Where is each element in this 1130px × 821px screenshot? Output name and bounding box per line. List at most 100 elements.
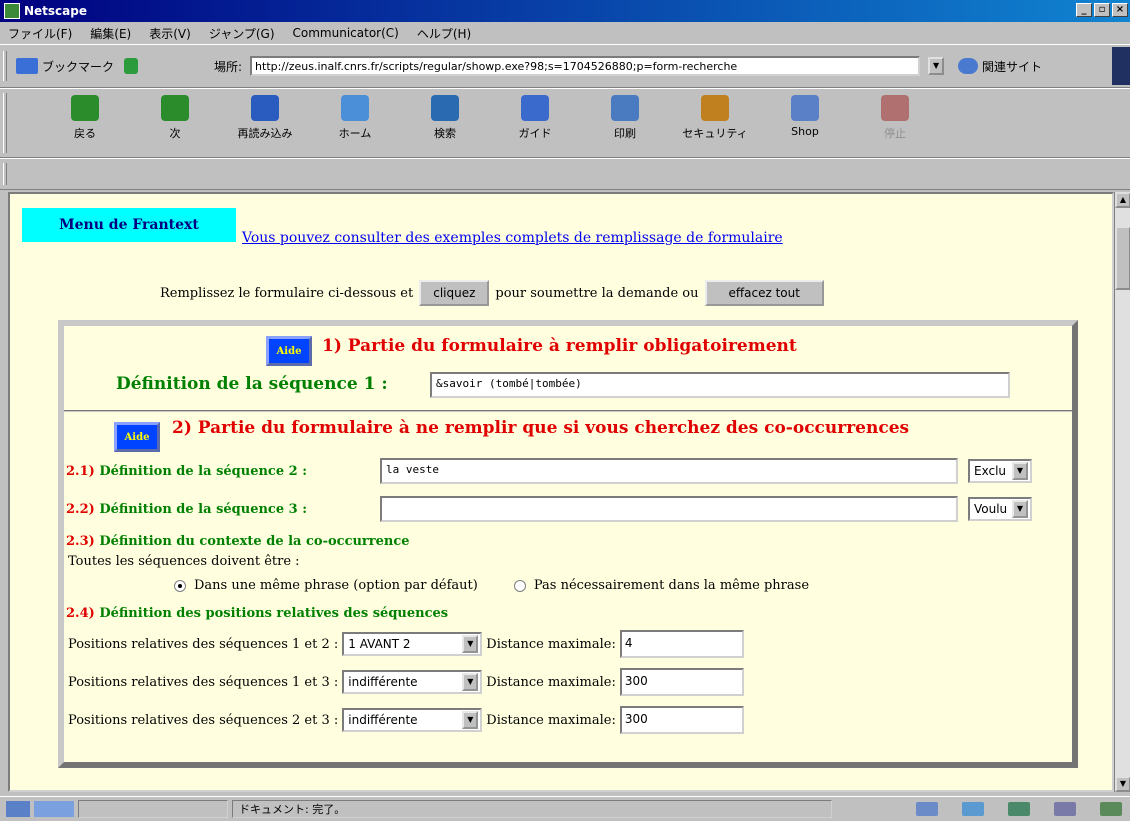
component-bar <box>916 802 1122 816</box>
not-same-sentence-radio[interactable] <box>513 579 526 592</box>
seq3-label-row: 2.2) Définition de la séquence 3 : <box>66 502 307 517</box>
vertical-scrollbar[interactable]: ▲ ▼ <box>1114 192 1130 792</box>
navigator-icon[interactable] <box>916 802 938 816</box>
status-bar: ドキュメント: 完了。 <box>0 796 1130 821</box>
url-input[interactable] <box>250 56 921 76</box>
help-button-part1[interactable]: Aide <box>266 336 312 366</box>
navigation-toolbar: 戻る 次 再読み込み ホーム 検索 ガイド 印刷 セキュリティ Shop 停止 <box>0 88 1130 158</box>
same-sentence-label: Dans une même phrase (option par défaut) <box>194 578 478 593</box>
window-title: Netscape <box>24 4 87 18</box>
toolbar-grip[interactable] <box>3 93 7 153</box>
positions-select-1-2[interactable]: 1 AVANT 2 ▼ <box>342 632 483 656</box>
chevron-down-icon: ▼ <box>1012 500 1028 518</box>
seq1-input[interactable]: &savoir (tombé|tombée) <box>430 372 1010 398</box>
seq2-number: 2.1) <box>66 464 95 479</box>
netscape-logo <box>1112 47 1130 85</box>
close-button[interactable]: × <box>1112 3 1128 17</box>
menu-view[interactable]: 表示(V) <box>149 25 191 42</box>
related-icon <box>958 58 979 74</box>
back-arrow-icon <box>71 95 99 121</box>
seq3-label: Définition de la séquence 3 : <box>99 502 308 517</box>
seq2-input[interactable]: la veste <box>380 458 958 484</box>
context-label: Définition du contexte de la co-occurren… <box>99 534 410 549</box>
toolbar-grip[interactable] <box>3 51 7 81</box>
submit-middle-text: pour soumettre la demande ou <box>495 285 699 301</box>
positions-row-1-2: Positions relatives des séquences 1 et 2… <box>68 630 744 658</box>
seq2-mode-value: Exclu <box>974 464 1007 478</box>
online-status-icon[interactable] <box>34 801 74 817</box>
same-sentence-radio[interactable] <box>174 579 186 592</box>
distance-label: Distance maximale: <box>486 636 616 652</box>
scroll-up-button[interactable]: ▲ <box>1115 192 1130 208</box>
shop-button[interactable]: Shop <box>760 95 850 138</box>
help-button-part2[interactable]: Aide <box>114 422 160 452</box>
bookmarks-button[interactable]: ブックマーク <box>16 58 156 75</box>
distance-label: Distance maximale: <box>486 712 616 728</box>
back-button[interactable]: 戻る <box>40 95 130 141</box>
security-status-icon[interactable] <box>6 801 30 817</box>
newsgroups-icon[interactable] <box>1008 802 1030 816</box>
positions-label-2-3: Positions relatives des séquences 2 et 3… <box>68 712 339 728</box>
reload-button[interactable]: 再読み込み <box>220 95 310 141</box>
menu-edit[interactable]: 編集(E) <box>90 25 131 42</box>
menu-frantext-button[interactable]: Menu de Frantext <box>22 208 236 242</box>
submit-row: Remplissez le formulaire ci-dessous et c… <box>160 280 824 306</box>
minimize-button[interactable]: _ <box>1076 3 1092 17</box>
scroll-down-button[interactable]: ▼ <box>1115 776 1130 792</box>
guide-button[interactable]: ガイド <box>490 95 580 141</box>
context-text: Toutes les séquences doivent être : <box>68 554 300 569</box>
mail-icon[interactable] <box>962 802 984 816</box>
url-dropdown-button[interactable]: ▼ <box>928 57 945 75</box>
positions-label-1-2: Positions relatives des séquences 1 et 2… <box>68 636 339 652</box>
stop-button[interactable]: 停止 <box>850 95 940 141</box>
positions-select-value: indifférente <box>348 675 418 689</box>
chevron-down-icon: ▼ <box>462 673 479 691</box>
print-button[interactable]: 印刷 <box>580 95 670 141</box>
menu-file[interactable]: ファイル(F) <box>8 25 72 42</box>
lock-icon <box>701 95 729 121</box>
clear-all-button[interactable]: effacez tout <box>704 280 824 306</box>
edit-icon[interactable] <box>1100 802 1122 816</box>
shop-icon <box>791 95 819 121</box>
guide-icon <box>521 95 549 121</box>
part2-title: 2) Partie du formulaire à ne remplir que… <box>172 418 910 438</box>
menu-go[interactable]: ジャンプ(G) <box>209 25 275 42</box>
composer-icon[interactable] <box>1054 802 1076 816</box>
seq2-label: Définition de la séquence 2 : <box>99 464 308 479</box>
scroll-thumb[interactable] <box>1115 226 1130 290</box>
forward-button[interactable]: 次 <box>130 95 220 141</box>
context-number: 2.3) <box>66 534 95 549</box>
home-button[interactable]: ホーム <box>310 95 400 141</box>
distance-input-1-3[interactable]: 300 <box>619 668 744 696</box>
seq3-mode-select[interactable]: Voulu ▼ <box>968 497 1032 521</box>
search-button[interactable]: 検索 <box>400 95 490 141</box>
printer-icon <box>611 95 639 121</box>
context-label-row: 2.3) Définition du contexte de la co-occ… <box>66 534 410 549</box>
chevron-down-icon: ▼ <box>1012 462 1028 480</box>
distance-input-2-3[interactable]: 300 <box>619 706 744 734</box>
menu-bar: ファイル(F) 編集(E) 表示(V) ジャンプ(G) Communicator… <box>0 22 1130 44</box>
submit-button[interactable]: cliquez <box>419 280 490 306</box>
positions-number: 2.4) <box>66 606 95 621</box>
security-button[interactable]: セキュリティ <box>670 95 760 141</box>
toolbar-grip[interactable] <box>3 163 7 185</box>
seq1-label: Définition de la séquence 1 : <box>116 374 388 394</box>
menu-help[interactable]: ヘルプ(H) <box>417 25 471 42</box>
related-label: 関連サイト <box>982 59 1043 74</box>
distance-input-1-2[interactable]: 4 <box>619 630 744 658</box>
seq2-mode-select[interactable]: Exclu ▼ <box>968 459 1032 483</box>
seq3-input[interactable] <box>380 496 958 522</box>
page-proxy-icon[interactable] <box>124 58 139 74</box>
examples-link[interactable]: Vous pouvez consulter des exemples compl… <box>242 230 783 246</box>
positions-select-1-3[interactable]: indifférente ▼ <box>342 670 483 694</box>
home-icon <box>341 95 369 121</box>
related-sites-button[interactable]: 関連サイト <box>958 58 1042 75</box>
positions-select-2-3[interactable]: indifférente ▼ <box>342 708 483 732</box>
bookmarks-label: ブックマーク <box>42 59 115 74</box>
progress-bar <box>78 800 228 818</box>
search-form-panel: Aide 1) Partie du formulaire à remplir o… <box>58 320 1078 768</box>
maximize-button[interactable]: ▫ <box>1094 3 1110 17</box>
seq3-mode-value: Voulu <box>974 502 1008 516</box>
menu-communicator[interactable]: Communicator(C) <box>293 26 399 40</box>
page-content: Menu de Frantext Vous pouvez consulter d… <box>8 192 1114 792</box>
